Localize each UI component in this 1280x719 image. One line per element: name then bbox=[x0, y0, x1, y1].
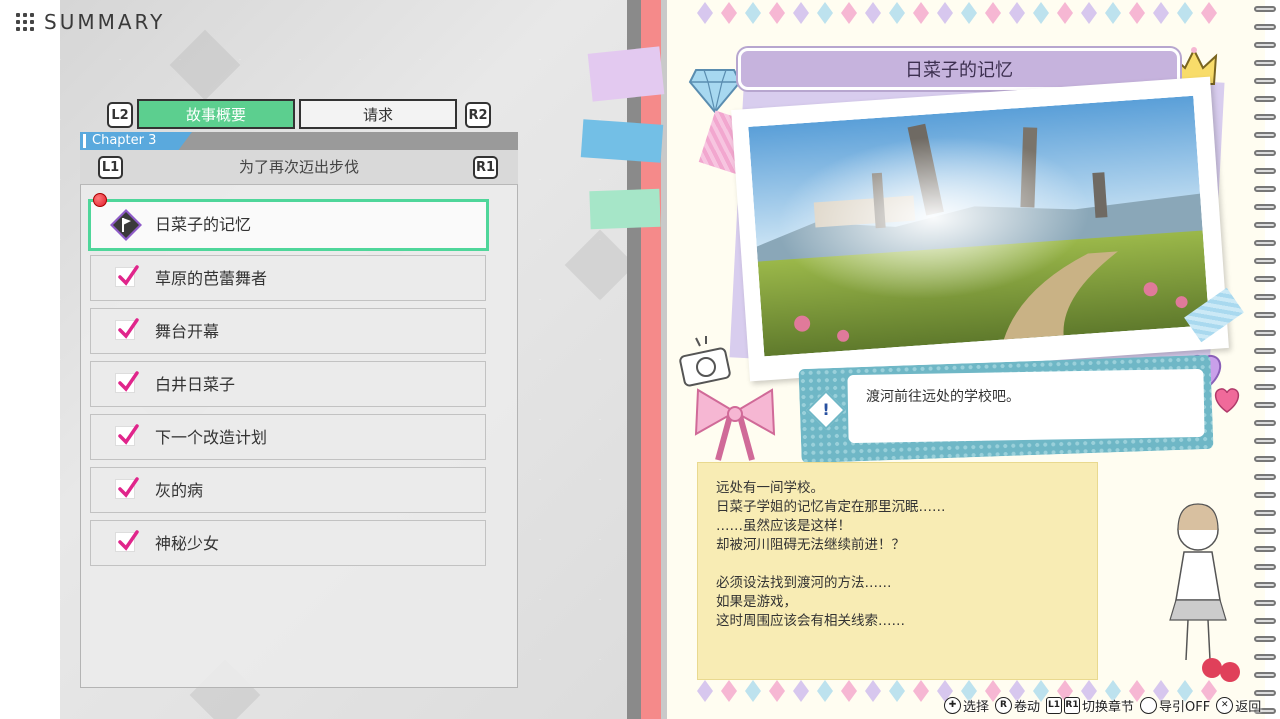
r1-key-icon: R1 bbox=[1064, 696, 1081, 714]
tab-story-summary[interactable]: 故事概要 bbox=[137, 99, 295, 129]
binding-ring bbox=[1254, 366, 1276, 372]
binding-ring bbox=[1254, 618, 1276, 624]
episode-label: 舞台开幕 bbox=[155, 322, 220, 341]
episode-label: 草原的芭蕾舞者 bbox=[155, 269, 268, 288]
binding-ring bbox=[1254, 294, 1276, 300]
notebook-binding bbox=[641, 0, 661, 719]
episode-photo bbox=[731, 76, 1229, 382]
checkmark-icon bbox=[115, 477, 139, 499]
binding-ring bbox=[1254, 564, 1276, 570]
diamond-border-top bbox=[667, 2, 1265, 30]
binding-ring bbox=[1254, 78, 1276, 84]
checkmark-icon bbox=[115, 530, 139, 552]
binding-ring bbox=[1254, 528, 1276, 534]
diamond-flag-icon bbox=[109, 208, 143, 242]
episode-label: 白井日菜子 bbox=[155, 375, 236, 394]
sticky-tab-lilac bbox=[587, 46, 665, 102]
binding-ring bbox=[1254, 276, 1276, 282]
binding-ring bbox=[1254, 312, 1276, 318]
binding-ring bbox=[1254, 6, 1276, 12]
chapter-name: 为了再次迈出步伐 bbox=[238, 158, 359, 176]
binding-ring bbox=[1254, 24, 1276, 30]
binding-ring bbox=[1254, 96, 1276, 102]
binding-ring bbox=[1254, 222, 1276, 228]
binding-ring bbox=[1254, 654, 1276, 660]
checkmark-icon bbox=[115, 424, 139, 446]
binding-ring bbox=[1254, 510, 1276, 516]
chapter-badge: Chapter 3 bbox=[80, 132, 192, 150]
square-button-icon bbox=[1140, 696, 1158, 714]
guide-label: 导引OFF bbox=[1159, 699, 1211, 715]
l2-button[interactable]: L2 bbox=[107, 102, 133, 128]
checkmark-icon bbox=[115, 265, 139, 287]
notebook-binding-shadow bbox=[627, 0, 641, 719]
episode-item-current[interactable]: 日菜子的记忆 bbox=[88, 199, 489, 251]
page-title: SUMMARY bbox=[16, 10, 165, 34]
binding-ring bbox=[1254, 168, 1276, 174]
binding-ring bbox=[1254, 240, 1276, 246]
objective-text: 渡河前往远处的学校吧。 bbox=[866, 389, 1020, 405]
binding-ring bbox=[1254, 132, 1276, 138]
scene-illustration bbox=[748, 95, 1210, 357]
button-guide: ✚ 选择 R 卷动 L1 R1 切换章节 导引OFF ✕ 返回 bbox=[944, 694, 1265, 716]
episode-label: 神秘少女 bbox=[155, 534, 220, 553]
binding-ring bbox=[1254, 420, 1276, 426]
summary-note-text: 远处有一间学校。 日菜子学姐的记忆肯定在那里沉眠…… ……虽然应该是这样！ 却被… bbox=[716, 480, 946, 629]
binding-ring bbox=[1254, 438, 1276, 444]
l1-key-icon: L1 bbox=[1046, 696, 1063, 714]
spiral-binding bbox=[1252, 0, 1280, 719]
page-title-text: SUMMARY bbox=[44, 10, 166, 34]
ribbon-bow-icon bbox=[690, 382, 780, 466]
episode-item[interactable]: 白井日菜子 bbox=[90, 361, 486, 407]
episode-item[interactable]: 神秘少女 bbox=[90, 520, 486, 566]
l1-button[interactable]: L1 bbox=[98, 156, 123, 179]
binding-ring bbox=[1254, 600, 1276, 606]
guide-label: 选择 bbox=[963, 699, 990, 715]
binding-ring bbox=[1254, 402, 1276, 408]
binding-ring bbox=[1254, 186, 1276, 192]
sticky-tab-mint bbox=[589, 188, 661, 230]
sticky-tab-blue bbox=[580, 119, 664, 163]
guide-label: 卷动 bbox=[1014, 699, 1041, 715]
binding-ring bbox=[1254, 204, 1276, 210]
binding-ring bbox=[1254, 456, 1276, 462]
episode-item[interactable]: 灰的病 bbox=[90, 467, 486, 513]
binding-ring bbox=[1254, 474, 1276, 480]
guide-label: 切换章节 bbox=[1082, 699, 1135, 715]
dpad-icon: ✚ bbox=[944, 696, 961, 714]
binding-ring bbox=[1254, 546, 1276, 552]
binding-ring bbox=[1254, 150, 1276, 156]
menu-grid-icon bbox=[16, 13, 34, 31]
tab-requests[interactable]: 请求 bbox=[299, 99, 457, 129]
binding-ring bbox=[1254, 114, 1276, 120]
r2-button[interactable]: R2 bbox=[465, 102, 491, 128]
binding-ring bbox=[1254, 384, 1276, 390]
binding-ring bbox=[1254, 42, 1276, 48]
episode-label: 下一个改造计划 bbox=[155, 428, 268, 447]
objective-card bbox=[847, 368, 1205, 444]
binding-ring bbox=[1254, 492, 1276, 498]
r-stick-icon: R bbox=[995, 696, 1013, 714]
checkmark-icon bbox=[115, 371, 139, 393]
cross-button-icon: ✕ bbox=[1216, 696, 1234, 714]
binding-ring bbox=[1254, 258, 1276, 264]
pink-heart-icon bbox=[1212, 386, 1242, 418]
binding-ring bbox=[1254, 60, 1276, 66]
episode-item[interactable]: 下一个改造计划 bbox=[90, 414, 486, 460]
episode-item[interactable]: 舞台开幕 bbox=[90, 308, 486, 354]
episode-item[interactable]: 草原的芭蕾舞者 bbox=[90, 255, 486, 301]
binding-ring bbox=[1254, 672, 1276, 678]
episode-label: 灰的病 bbox=[155, 481, 204, 500]
guide-label: 返回 bbox=[1235, 699, 1262, 715]
new-pin-icon bbox=[93, 193, 107, 207]
binding-ring bbox=[1254, 348, 1276, 354]
episode-label: 日菜子的记忆 bbox=[155, 215, 252, 234]
schoolgirl-doodle bbox=[1150, 490, 1245, 694]
summary-note: 远处有一间学校。 日菜子学姐的记忆肯定在那里沉眠…… ……虽然应该是这样！ 却被… bbox=[697, 462, 1098, 680]
binding-ring bbox=[1254, 582, 1276, 588]
r1-button[interactable]: R1 bbox=[473, 156, 498, 179]
checkmark-icon bbox=[115, 318, 139, 340]
binding-ring bbox=[1254, 330, 1276, 336]
binding-ring bbox=[1254, 636, 1276, 642]
